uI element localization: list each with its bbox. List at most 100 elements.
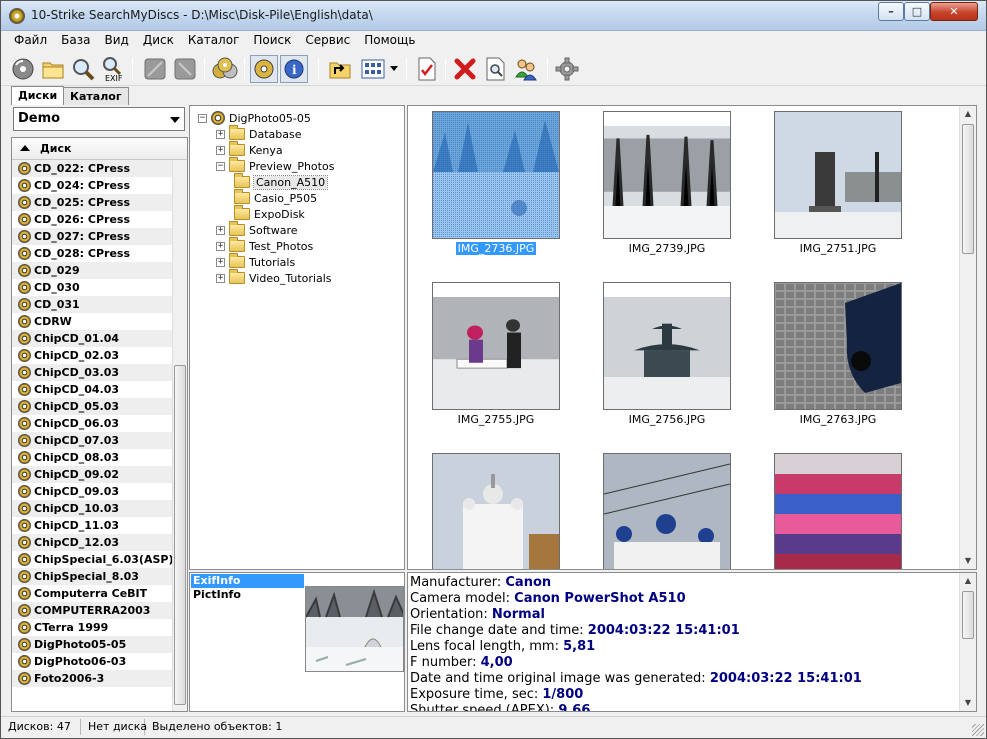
tree-item[interactable]: − Preview_Photos [216, 157, 334, 174]
scroll-down-icon[interactable]: ▼ [961, 553, 975, 569]
thumbnail-frame[interactable] [432, 282, 560, 410]
tree-item[interactable]: Casio_P505 [234, 189, 317, 206]
thumbnail-frame[interactable] [603, 282, 731, 410]
expand-icon[interactable]: + [216, 225, 225, 235]
check-button[interactable] [413, 55, 441, 83]
view-mode-dropdown[interactable] [387, 55, 401, 83]
delete-button[interactable] [451, 55, 479, 83]
view-mode-button[interactable] [359, 55, 387, 83]
disabled-button-2[interactable] [171, 55, 199, 83]
info-button[interactable]: i [280, 55, 308, 83]
thumbnail-item[interactable] [774, 453, 902, 569]
tree-item[interactable]: + Kenya [216, 141, 283, 158]
thumbnail-item[interactable] [432, 453, 560, 569]
thumbnail-label[interactable]: IMG_2755.JPG [432, 413, 560, 426]
disabled-button-1[interactable] [141, 55, 169, 83]
add-disc-button[interactable] [9, 55, 37, 83]
menu-service[interactable]: Сервис [298, 31, 357, 51]
tab-disks[interactable]: Диски [11, 86, 65, 105]
disk-list-item[interactable]: CD_024: CPress [12, 177, 187, 194]
menu-view[interactable]: Вид [97, 31, 135, 51]
tree-item[interactable]: ExpoDisk [234, 205, 305, 222]
disk-list-item[interactable]: CD_022: CPress [12, 160, 187, 177]
tree-item[interactable]: + Database [216, 125, 302, 142]
expand-icon[interactable]: + [216, 129, 225, 139]
thumbnail-label[interactable]: IMG_2739.JPG [603, 242, 731, 255]
menu-disk[interactable]: Диск [136, 31, 181, 51]
expand-icon[interactable]: + [216, 145, 225, 155]
preview-button[interactable] [482, 55, 510, 83]
tab-catalog[interactable]: Каталог [63, 87, 129, 105]
thumbnail-label[interactable]: IMG_2763.JPG [774, 413, 902, 426]
disk-list-item[interactable]: COMPUTERRA2003 [12, 602, 187, 619]
expand-icon[interactable]: + [216, 241, 225, 251]
tree-item[interactable]: + Software [216, 221, 298, 238]
scroll-thumb[interactable] [962, 124, 974, 254]
thumbnail-item[interactable]: IMG_2751.JPG [774, 111, 902, 255]
disk-list-item[interactable]: CD_031 [12, 296, 187, 313]
collapse-icon[interactable]: − [198, 113, 207, 123]
disk-list-item[interactable]: ChipCD_12.03 [12, 534, 187, 551]
disk-list-item[interactable]: Foto2006-3 [12, 670, 187, 687]
exif-search-button[interactable]: EXIF [99, 55, 127, 83]
disk-list-item[interactable]: ChipCD_04.03 [12, 381, 187, 398]
disk-list-item[interactable]: CD_025: CPress [12, 194, 187, 211]
disk-list-scrollbar[interactable] [172, 160, 187, 711]
maximize-button[interactable]: □ [904, 2, 930, 21]
disk-list-item[interactable]: ChipCD_05.03 [12, 398, 187, 415]
menu-catalog[interactable]: Каталог [181, 31, 247, 51]
grid-scrollbar[interactable]: ▲ ▼ [959, 106, 976, 569]
disk-list-item[interactable]: ChipSpecial_8.03 [12, 568, 187, 585]
thumbnail-frame[interactable] [774, 453, 902, 569]
resize-grip[interactable] [972, 724, 984, 736]
close-button[interactable]: ✕ [930, 2, 978, 21]
menu-file[interactable]: Файл [7, 31, 54, 51]
thumbnail-item[interactable]: IMG_2763.JPG [774, 282, 902, 426]
tab-pictinfo[interactable]: PictInfo [191, 588, 304, 602]
thumbnail-label[interactable]: IMG_2756.JPG [603, 413, 731, 426]
thumbnail-label[interactable]: IMG_2751.JPG [774, 242, 902, 255]
thumbnail-item[interactable]: IMG_2756.JPG [603, 282, 731, 426]
thumbnail-frame[interactable] [603, 453, 731, 569]
disk-list-item[interactable]: Computerra CeBIT [12, 585, 187, 602]
up-level-button[interactable] [326, 55, 354, 83]
settings-button[interactable] [553, 55, 581, 83]
tree-item[interactable]: + Video_Tutorials [216, 269, 332, 286]
disk-list-item[interactable]: CD_027: CPress [12, 228, 187, 245]
users-button[interactable] [512, 55, 540, 83]
menu-help[interactable]: Помощь [357, 31, 422, 51]
thumbnail-label[interactable]: IMG_2736.JPG [432, 242, 560, 255]
disk-list-item[interactable]: ChipCD_07.03 [12, 432, 187, 449]
thumbnail-frame[interactable] [432, 453, 560, 569]
search-button[interactable] [69, 55, 97, 83]
thumbnail-frame[interactable] [603, 111, 731, 239]
disk-list-item[interactable]: CD_030 [12, 279, 187, 296]
scroll-thumb[interactable] [962, 591, 974, 639]
thumbnail-item[interactable]: IMG_2755.JPG [432, 282, 560, 426]
disk-list-item[interactable]: ChipCD_03.03 [12, 364, 187, 381]
disk-list-item[interactable]: ChipCD_08.03 [12, 449, 187, 466]
disc-group-button[interactable] [211, 55, 239, 83]
disk-list-item[interactable]: ChipCD_11.03 [12, 517, 187, 534]
thumbnail-item[interactable]: IMG_2739.JPG [603, 111, 731, 255]
disk-list-item[interactable]: CDRW [12, 313, 187, 330]
scroll-up-icon[interactable]: ▲ [961, 573, 975, 589]
disk-list-item[interactable]: ChipCD_09.02 [12, 466, 187, 483]
disk-list-item[interactable]: CD_028: CPress [12, 245, 187, 262]
menu-database[interactable]: База [54, 31, 97, 51]
disk-list-item[interactable]: CD_029 [12, 262, 187, 279]
disk-list-item[interactable]: ChipCD_06.03 [12, 415, 187, 432]
thumbnail-frame[interactable] [774, 111, 902, 239]
disc-view-button[interactable] [250, 55, 278, 83]
disk-list-item[interactable]: DigPhoto06-03 [12, 653, 187, 670]
disk-column-header[interactable]: Диск [12, 138, 187, 160]
scroll-thumb[interactable] [174, 365, 186, 705]
disk-list-item[interactable]: DigPhoto05-05 [12, 636, 187, 653]
tree-root[interactable]: − DigPhoto05-05 [198, 110, 311, 126]
expand-icon[interactable]: + [216, 257, 225, 267]
disk-list-item[interactable]: ChipCD_01.04 [12, 330, 187, 347]
tree-item[interactable]: + Tutorials [216, 253, 295, 270]
disk-list-item[interactable]: CTerra 1999 [12, 619, 187, 636]
exif-scrollbar[interactable]: ▲ ▼ [959, 573, 976, 711]
collapse-icon[interactable]: − [216, 161, 225, 171]
